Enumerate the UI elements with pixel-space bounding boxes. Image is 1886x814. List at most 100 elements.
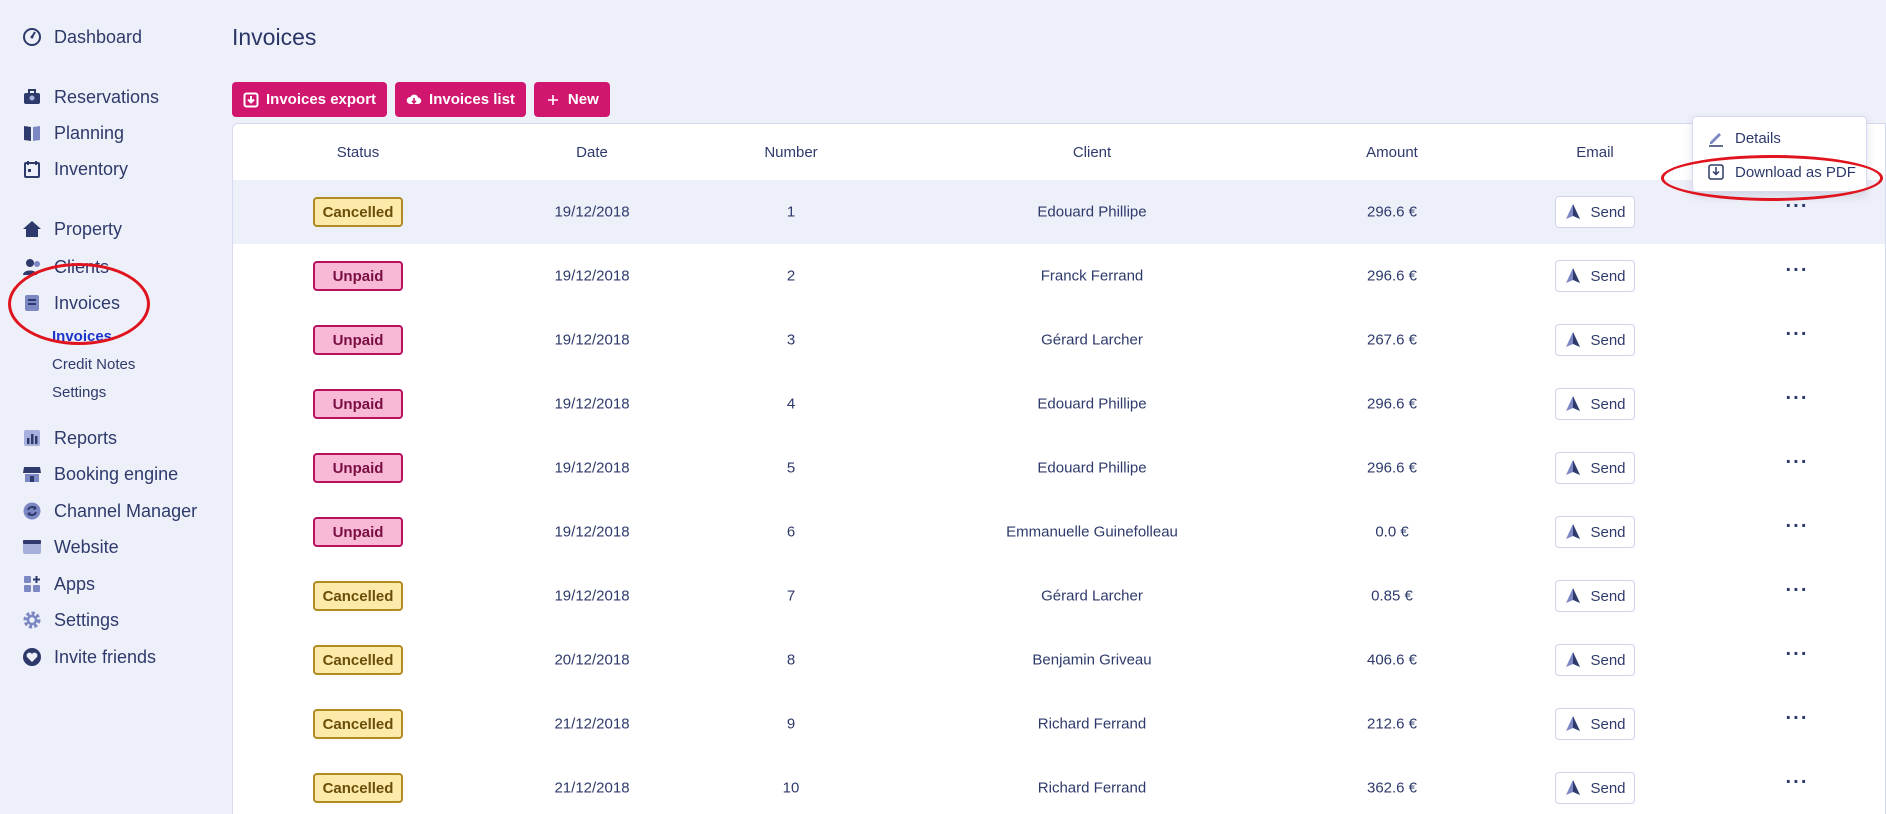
page-title: Invoices xyxy=(232,24,317,50)
status-badge: Cancelled xyxy=(313,197,403,227)
number-cell: 5 xyxy=(786,459,796,477)
table-row[interactable]: Cancelled 19/12/2018 7 Gérard Larcher 0.85 €… xyxy=(233,564,1885,628)
sidebar-item-website[interactable]: Website xyxy=(22,532,119,562)
sidebar-item-planning[interactable]: Planning xyxy=(22,118,124,148)
table-row[interactable]: Unpaid 19/12/2018 5 Edouard Phillipe 296.6 €… xyxy=(233,436,1885,500)
status-cell: Cancelled xyxy=(313,581,403,611)
date-cell: 20/12/2018 xyxy=(554,651,630,669)
sidebar-item-channel-manager[interactable]: Channel Manager xyxy=(22,496,197,526)
more-actions-icon[interactable]: ··· xyxy=(1786,259,1809,282)
sidebar-item-booking-engine[interactable]: Booking engine xyxy=(22,459,178,489)
column-header-number[interactable]: Number xyxy=(764,144,817,161)
table-row[interactable]: Unpaid 19/12/2018 4 Edouard Phillipe 296.6 €… xyxy=(233,372,1885,436)
sidebar-item-property[interactable]: Property xyxy=(22,214,122,244)
more-actions-icon[interactable]: ··· xyxy=(1786,515,1809,538)
number-cell: 3 xyxy=(786,331,796,349)
status-badge: Cancelled xyxy=(313,645,403,675)
more-actions-icon[interactable]: ··· xyxy=(1786,579,1809,602)
more-actions-icon[interactable]: ··· xyxy=(1786,195,1809,218)
table-row[interactable]: Unpaid 19/12/2018 6 Emmanuelle Guinefolleau… xyxy=(233,500,1885,564)
sidebar-item-clients[interactable]: Clients xyxy=(22,252,109,282)
column-header-client[interactable]: Client xyxy=(1073,144,1111,161)
send-email-button[interactable]: Send xyxy=(1555,388,1635,420)
table-row[interactable]: Unpaid 19/12/2018 3 Gérard Larcher 267.6 € Se… xyxy=(233,308,1885,372)
client-cell: Emmanuelle Guinefolleau xyxy=(1006,523,1178,541)
download-pdf-menu-item[interactable]: Download as PDF xyxy=(1707,159,1856,185)
column-header-amount[interactable]: Amount xyxy=(1366,144,1418,161)
table-row[interactable]: Cancelled 21/12/2018 9 Richard Ferrand 212.6… xyxy=(233,692,1885,756)
sidebar-subitem-invoices[interactable]: Invoices xyxy=(52,328,112,345)
download-box-icon xyxy=(243,92,259,107)
client-cell: Gérard Larcher xyxy=(1041,331,1143,349)
status-badge: Unpaid xyxy=(313,517,403,547)
email-cell: Send xyxy=(1555,644,1635,676)
column-header-email[interactable]: Email xyxy=(1576,144,1614,161)
email-cell: Send xyxy=(1555,388,1635,420)
send-email-button[interactable]: Send xyxy=(1555,644,1635,676)
invoices-list-button[interactable]: Invoices list xyxy=(395,82,526,117)
sidebar-item-label: Settings xyxy=(54,609,120,630)
date-cell: 19/12/2018 xyxy=(554,267,630,285)
sidebar-item-label: Inventory xyxy=(54,158,129,179)
sidebar-item-reports[interactable]: Reports xyxy=(22,423,117,453)
number-cell: 9 xyxy=(786,715,796,733)
sail-icon xyxy=(1566,396,1581,411)
table-row[interactable]: Unpaid 19/12/2018 2 Franck Ferrand 296.6 € Se… xyxy=(233,244,1885,308)
speedometer-icon xyxy=(22,27,42,47)
email-cell: Send xyxy=(1555,708,1635,740)
more-actions-icon[interactable]: ··· xyxy=(1786,707,1809,730)
table-row[interactable]: Cancelled 21/12/2018 10 Richard Ferrand 362.… xyxy=(233,756,1885,814)
client-cell: Edouard Phillipe xyxy=(1037,203,1147,221)
number-cell: 1 xyxy=(786,203,796,221)
sidebar-item-label: Reservations xyxy=(54,86,160,107)
sail-icon xyxy=(1566,204,1581,219)
more-actions-icon[interactable]: ··· xyxy=(1786,323,1809,346)
column-header-date[interactable]: Date xyxy=(576,144,608,161)
date-cell: 19/12/2018 xyxy=(554,587,630,605)
send-email-button[interactable]: Send xyxy=(1555,324,1635,356)
amount-cell: 0.85 € xyxy=(1371,587,1413,605)
sidebar-item-apps[interactable]: Apps xyxy=(22,569,95,599)
amount-cell: 406.6 € xyxy=(1366,651,1418,669)
sidebar-item-invoices[interactable]: Invoices xyxy=(22,288,120,318)
amount-cell: 0.0 € xyxy=(1375,523,1409,541)
invoices-list-label: Invoices list xyxy=(429,91,515,108)
sidebar-item-dashboard[interactable]: Dashboard xyxy=(22,22,142,52)
send-email-button[interactable]: Send xyxy=(1555,452,1635,484)
details-menu-item[interactable]: Details xyxy=(1707,125,1781,151)
users-icon xyxy=(22,257,42,277)
sidebar-subitem-settings[interactable]: Settings xyxy=(52,384,106,401)
send-email-button[interactable]: Send xyxy=(1555,516,1635,548)
send-email-button[interactable]: Send xyxy=(1555,580,1635,612)
column-header-status[interactable]: Status xyxy=(337,144,380,161)
pencil-icon xyxy=(1709,133,1723,147)
new-invoice-button[interactable]: New xyxy=(533,82,610,117)
more-actions-icon[interactable]: ··· xyxy=(1786,643,1809,666)
more-actions-icon[interactable]: ··· xyxy=(1786,451,1809,474)
sail-icon xyxy=(1566,268,1581,283)
send-email-button[interactable]: Send xyxy=(1555,260,1635,292)
client-cell: Gérard Larcher xyxy=(1041,587,1143,605)
sidebar-item-label: Invite friends xyxy=(54,646,157,667)
invoices-export-button[interactable]: Invoices export xyxy=(232,82,388,117)
send-label: Send xyxy=(1590,651,1626,669)
sail-icon xyxy=(1566,588,1581,603)
sidebar-item-inventory[interactable]: Inventory xyxy=(22,154,128,184)
send-email-button[interactable]: Send xyxy=(1555,708,1635,740)
send-email-button[interactable]: Send xyxy=(1555,196,1635,228)
sidebar-item-settings[interactable]: Settings xyxy=(22,605,119,635)
more-actions-icon[interactable]: ··· xyxy=(1786,771,1809,794)
table-row[interactable]: Cancelled 19/12/2018 1 Edouard Phillipe 296.… xyxy=(233,180,1885,244)
send-email-button[interactable]: Send xyxy=(1555,772,1635,804)
download-pdf-label: Download as PDF xyxy=(1735,163,1856,181)
date-cell: 19/12/2018 xyxy=(554,395,630,413)
sidebar-item-reservations[interactable]: Reservations xyxy=(22,82,159,112)
sidebar-subitem-credit-notes[interactable]: Credit Notes xyxy=(52,356,135,373)
table-row[interactable]: Cancelled 20/12/2018 8 Benjamin Griveau 406.… xyxy=(233,628,1885,692)
send-label: Send xyxy=(1590,395,1626,413)
send-label: Send xyxy=(1590,203,1626,221)
sidebar-item-invite-friends[interactable]: Invite friends xyxy=(22,642,156,672)
sail-icon xyxy=(1566,332,1581,347)
email-cell: Send xyxy=(1555,452,1635,484)
more-actions-icon[interactable]: ··· xyxy=(1786,387,1809,410)
